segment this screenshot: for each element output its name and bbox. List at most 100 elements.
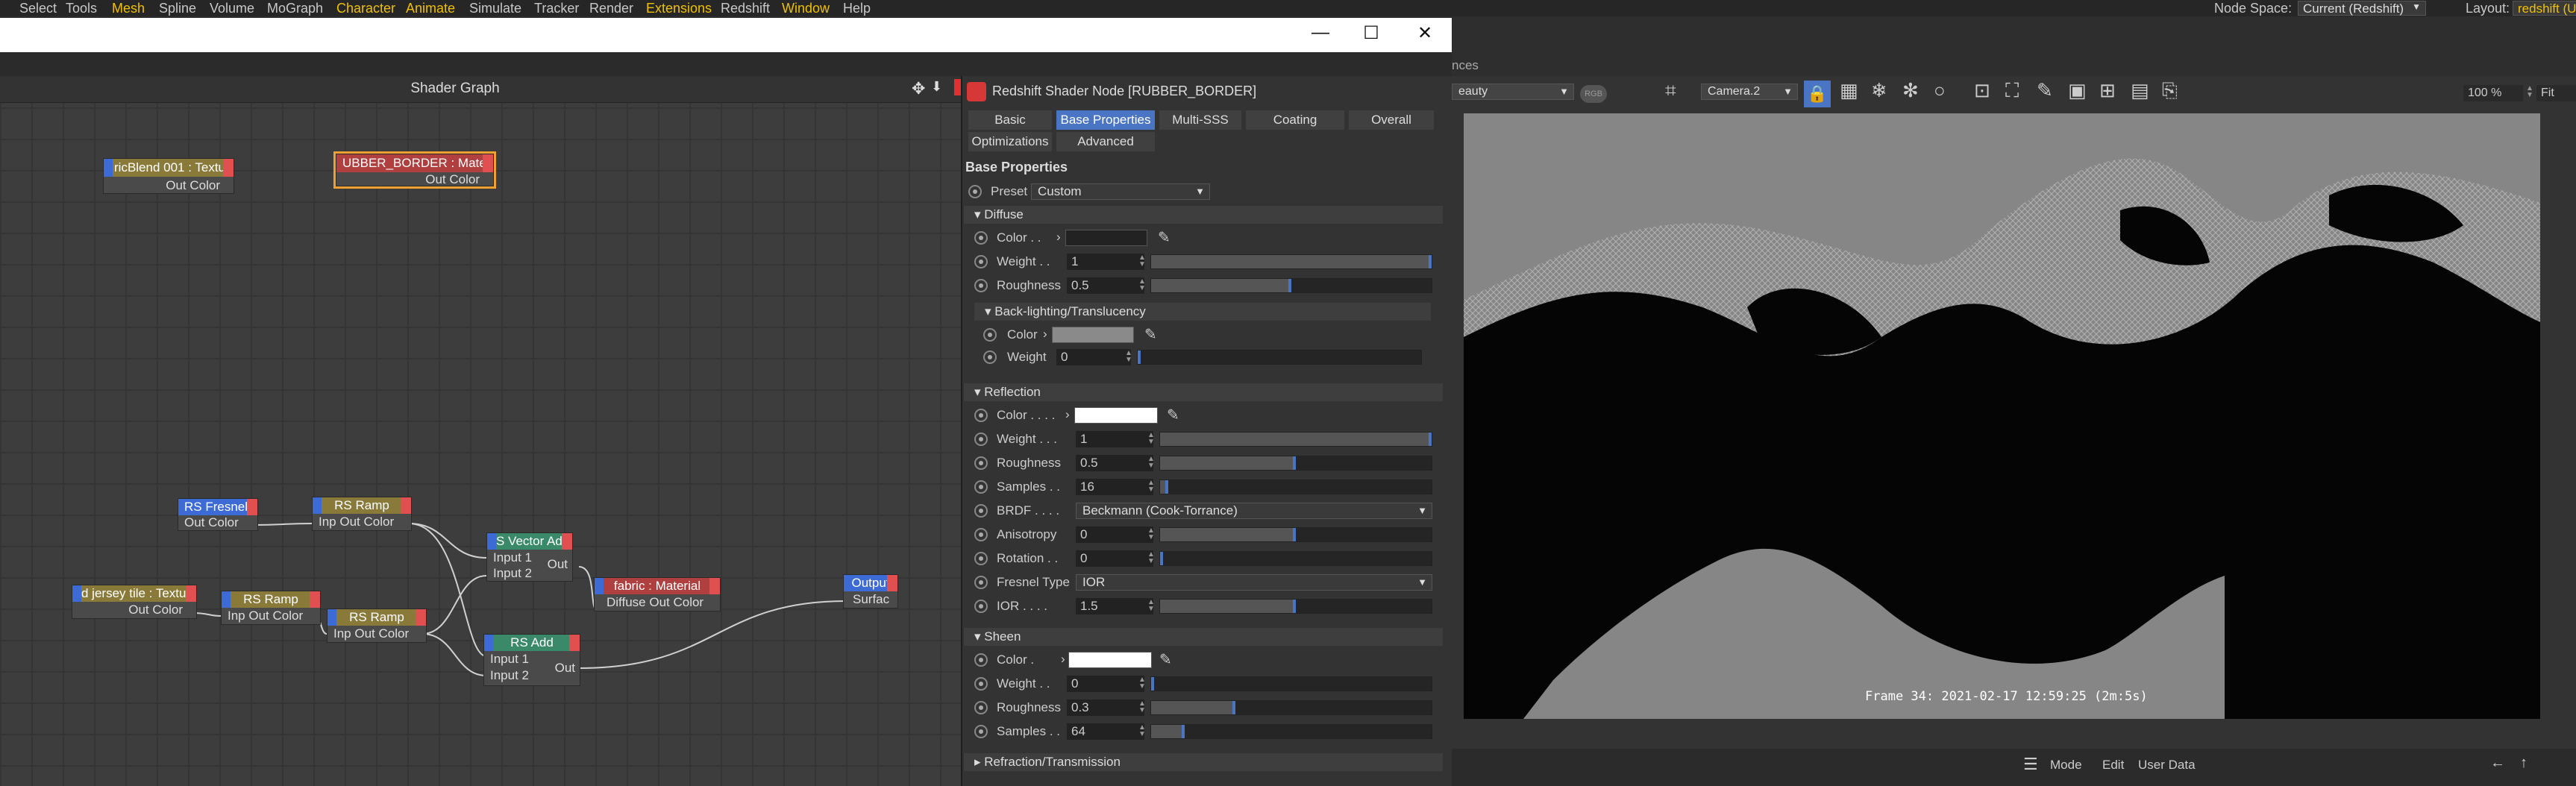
radio-icon[interactable]: [974, 600, 988, 613]
radio-icon[interactable]: [974, 552, 988, 565]
snowflake-alt-icon[interactable]: ✻: [1902, 79, 1919, 102]
radio-icon[interactable]: [974, 504, 988, 518]
node-output[interactable]: Output Surfac: [843, 574, 898, 609]
reflection-weight-field[interactable]: 1: [1076, 431, 1153, 447]
focus-icon[interactable]: ⊡: [1974, 79, 1990, 102]
radio-icon[interactable]: [983, 328, 997, 342]
stepper-icon[interactable]: ▲ ▼: [1147, 456, 1155, 470]
section-sheen[interactable]: ▾ Sheen: [964, 628, 1443, 646]
diffuse-weight-slider[interactable]: [1150, 254, 1432, 269]
radio-icon[interactable]: [974, 653, 988, 667]
up-arrow-icon[interactable]: ↑: [2520, 755, 2528, 772]
node-rs-ramp-3[interactable]: RS Ramp Inp Out Color: [327, 609, 427, 643]
radio-icon[interactable]: [974, 528, 988, 541]
stepper-icon[interactable]: ▲ ▼: [2526, 85, 2533, 99]
section-reflection[interactable]: ▾ Reflection: [964, 383, 1443, 401]
sheen-roughness-slider[interactable]: [1150, 700, 1432, 715]
chevron-right-icon[interactable]: ›: [1043, 327, 1047, 342]
preset-dropdown[interactable]: Custom ▼: [1031, 183, 1210, 200]
backlight-weight-field[interactable]: 0: [1056, 349, 1131, 365]
tab-optimizations[interactable]: Optimizations: [968, 132, 1052, 151]
brush-icon[interactable]: ✎: [2037, 79, 2053, 102]
sheen-roughness-field[interactable]: 0.3: [1067, 699, 1144, 716]
mode-menu[interactable]: Mode: [2050, 758, 2082, 773]
node-rs-ramp-1[interactable]: RS Ramp Inp Out Color: [312, 497, 412, 531]
reflection-samples-field[interactable]: 16: [1076, 479, 1153, 495]
stepper-icon[interactable]: ▲ ▼: [1147, 432, 1155, 446]
node-jersey-tile[interactable]: d jersey tile : Textu Out Color: [72, 585, 197, 619]
eyedropper-icon[interactable]: ✎: [1158, 228, 1171, 247]
radio-icon[interactable]: [974, 231, 988, 245]
backlight-color-swatch[interactable]: [1052, 327, 1134, 343]
stepper-icon[interactable]: ▲ ▼: [1138, 676, 1146, 691]
snowflake-icon[interactable]: ❄: [1871, 79, 1887, 102]
tab-overall[interactable]: Overall: [1349, 110, 1434, 130]
section-refraction[interactable]: ▸ Refraction/Transmission: [964, 753, 1443, 771]
radio-icon[interactable]: [974, 255, 988, 268]
aov-dropdown[interactable]: eauty ▼: [1452, 84, 1574, 100]
diffuse-roughness-field[interactable]: 0.5: [1067, 277, 1144, 294]
diffuse-weight-field[interactable]: 1: [1067, 254, 1144, 270]
section-diffuse[interactable]: ▾ Diffuse: [964, 206, 1443, 224]
crop-icon[interactable]: ⌗: [1665, 79, 1676, 103]
node-rs-fresnel[interactable]: RS Fresnel Out Color: [178, 498, 258, 531]
menu-icon[interactable]: ☰: [2023, 755, 2038, 774]
radio-icon[interactable]: [974, 480, 988, 494]
stepper-icon[interactable]: ▲ ▼: [1125, 350, 1132, 364]
radio-icon[interactable]: [974, 456, 988, 470]
node-fabric-material[interactable]: fabric : Material Diffuse Out Color: [594, 577, 721, 611]
tab-base-properties[interactable]: Base Properties: [1056, 110, 1155, 130]
eyedropper-icon[interactable]: ✎: [1144, 325, 1157, 344]
backlight-weight-slider[interactable]: [1137, 350, 1422, 365]
radio-icon[interactable]: [968, 185, 982, 198]
sheen-color-swatch[interactable]: [1068, 652, 1152, 668]
frame-icon[interactable]: ⛶: [2005, 79, 2019, 103]
eyedropper-icon[interactable]: ✎: [1159, 650, 1172, 669]
grid-icon[interactable]: ▦: [1840, 79, 1858, 102]
add-icon[interactable]: ⊞: [2099, 79, 2116, 102]
reflection-weight-slider[interactable]: [1159, 432, 1432, 447]
user-data-menu[interactable]: User Data: [2138, 758, 2196, 773]
rgb-icon[interactable]: RGB: [1580, 85, 1607, 103]
reflection-roughness-field[interactable]: 0.5: [1076, 455, 1153, 471]
reflection-ior-field[interactable]: 1.5: [1076, 598, 1153, 614]
tab-advanced[interactable]: Advanced: [1056, 132, 1155, 151]
node-vector-add[interactable]: S Vector Ad Input 1 Input 2 Out: [486, 532, 573, 582]
zoom-field[interactable]: 100 %: [2463, 85, 2523, 101]
reflection-samples-slider[interactable]: [1159, 480, 1432, 494]
stepper-icon[interactable]: ▲ ▼: [1138, 724, 1146, 738]
reflection-anisotropy-field[interactable]: 0: [1076, 526, 1153, 543]
radio-icon[interactable]: [974, 576, 988, 589]
fit-window-field[interactable]: Fit Win: [2536, 85, 2576, 101]
stepper-icon[interactable]: ▲ ▼: [1147, 551, 1155, 565]
sheen-weight-field[interactable]: 0: [1067, 676, 1144, 692]
sheen-samples-field[interactable]: 64: [1067, 723, 1144, 740]
radio-icon[interactable]: [974, 701, 988, 714]
chevron-right-icon[interactable]: ›: [1056, 230, 1061, 245]
picture-viewer-icon[interactable]: ▤: [2131, 79, 2149, 102]
brdf-dropdown[interactable]: Beckmann (Cook-Torrance) ▼: [1076, 503, 1432, 519]
radio-icon[interactable]: [983, 350, 997, 364]
node-rubber-border[interactable]: UBBER_BORDER : Materi Out Color: [333, 151, 496, 189]
stepper-icon[interactable]: ▲ ▼: [1138, 700, 1146, 714]
radio-icon[interactable]: [974, 433, 988, 446]
tab-basic[interactable]: Basic: [968, 110, 1052, 130]
lock-icon[interactable]: 🔒: [1804, 81, 1831, 107]
reflection-roughness-slider[interactable]: [1159, 456, 1432, 471]
tab-coating[interactable]: Coating: [1246, 110, 1344, 130]
image-icon[interactable]: ▣: [2068, 79, 2087, 102]
export-icon[interactable]: ⎘: [2162, 79, 2178, 103]
diffuse-color-swatch[interactable]: [1065, 230, 1147, 246]
stepper-icon[interactable]: ▲ ▼: [1147, 599, 1155, 613]
radio-icon[interactable]: [974, 279, 988, 292]
reflection-anisotropy-slider[interactable]: [1159, 527, 1432, 542]
diffuse-roughness-slider[interactable]: [1150, 278, 1432, 293]
reflection-rotation-field[interactable]: 0: [1076, 550, 1153, 567]
sheen-samples-slider[interactable]: [1150, 724, 1432, 739]
stepper-icon[interactable]: ▲ ▼: [1138, 278, 1146, 292]
radio-icon[interactable]: [974, 725, 988, 738]
radio-icon[interactable]: [974, 677, 988, 691]
node-fabric-blend[interactable]: ricBlend 001 : Textu Out Color: [103, 158, 234, 194]
edit-menu[interactable]: Edit: [2102, 758, 2124, 773]
reflection-rotation-slider[interactable]: [1159, 551, 1432, 566]
